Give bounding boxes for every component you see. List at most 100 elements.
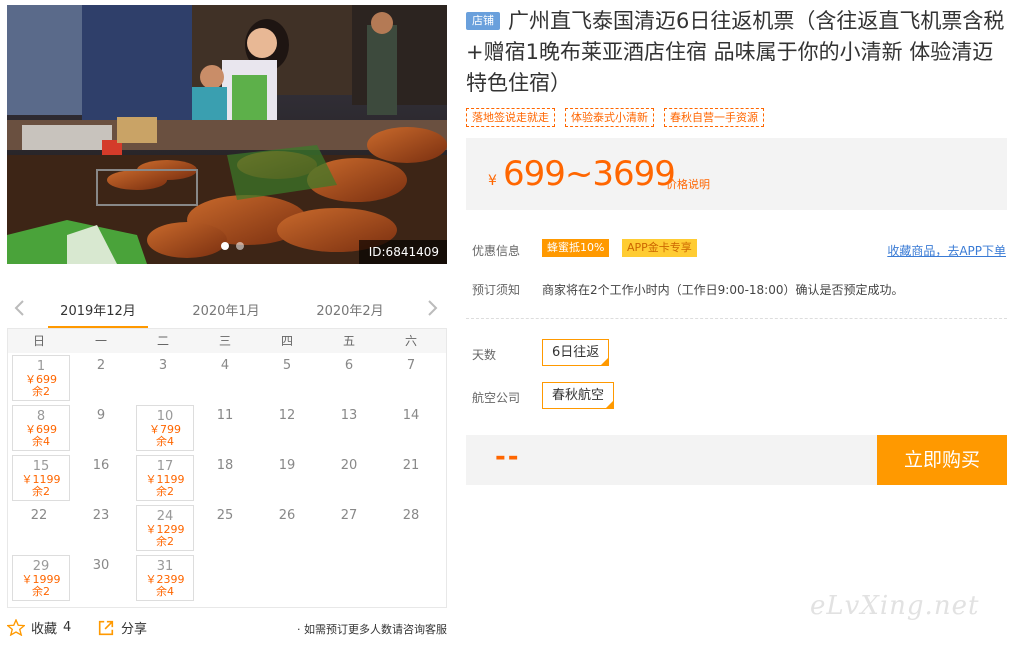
day-number: 19 — [278, 458, 296, 473]
price-explanation-link[interactable]: 价格说明 — [666, 176, 710, 192]
weekday-header: 日一二三四五六 — [8, 329, 446, 353]
calendar-day-available[interactable]: 8 ￥699 余4 — [8, 403, 70, 453]
prev-month-arrow-icon[interactable] — [13, 299, 27, 317]
day-remaining: 余2 — [156, 535, 174, 548]
calendar-week-row: 1 ￥699 余2 2 3 4 5 6 7 — [8, 353, 446, 403]
day-number: 15 — [32, 459, 50, 474]
share-button[interactable]: 分享 — [97, 618, 147, 637]
booking-note: · 如需预订更多人数请咨询客服 — [297, 623, 447, 636]
day-number: 2 — [96, 358, 106, 373]
next-month-arrow-icon[interactable] — [425, 299, 439, 317]
calendar-day-available[interactable]: 29 ￥1999 余2 — [8, 553, 70, 603]
calendar-day-available[interactable]: 10 ￥799 余4 — [132, 403, 194, 453]
day-number: 20 — [340, 458, 358, 473]
feature-tags: 落地签说走就走 体验泰式小清新 春秋自营一手资源 — [466, 108, 764, 127]
day-remaining: 余4 — [32, 435, 50, 448]
day-box[interactable]: 24 ￥1299 余2 — [136, 505, 194, 551]
calendar-day: 22 — [8, 503, 70, 553]
day-number: 22 — [30, 508, 48, 523]
tab-month-1[interactable]: 2019年12月 — [48, 300, 148, 329]
airline-option[interactable]: 春秋航空 — [542, 382, 615, 409]
calendar-day: 9 — [70, 403, 132, 453]
bottom-actions: 收藏 4 分享 · 如需预订更多人数请咨询客服 — [7, 618, 447, 640]
product-photo[interactable]: ID:6841409 — [7, 5, 447, 264]
calendar-day: 14 — [380, 403, 442, 453]
day-remaining: 余2 — [32, 485, 50, 498]
calendar-day-available[interactable]: 1 ￥699 余2 — [8, 353, 70, 403]
calendar-day-available[interactable]: 24 ￥1299 余2 — [132, 503, 194, 553]
calendar-day: 13 — [318, 403, 380, 453]
carousel-dots[interactable] — [221, 242, 244, 250]
price-box: ¥ 699~3699 价格说明 — [466, 138, 1007, 210]
buy-now-button[interactable]: 立即购买 — [877, 435, 1007, 485]
shop-tag: 店铺 — [466, 12, 500, 30]
feature-tag: 体验泰式小清新 — [565, 108, 654, 127]
day-number: 7 — [406, 358, 416, 373]
favorite-button[interactable]: 收藏 4 — [7, 618, 71, 637]
photo-id-label: ID:6841409 — [358, 240, 447, 264]
calendar-day-available[interactable]: 17 ￥1199 余2 — [132, 453, 194, 503]
weekday-label: 一 — [94, 334, 107, 348]
calendar-day: 27 — [318, 503, 380, 553]
day-number: 26 — [278, 508, 296, 523]
day-box[interactable]: 31 ￥2399 余4 — [136, 555, 194, 601]
day-remaining: 余4 — [156, 435, 174, 448]
day-box[interactable]: 17 ￥1199 余2 — [136, 455, 194, 501]
carousel-dot[interactable] — [221, 242, 229, 250]
promo-badge-app: APP金卡专享 — [622, 239, 697, 257]
calendar-day: 4 — [194, 353, 256, 403]
photo-illustration — [7, 5, 447, 264]
day-number: 23 — [92, 508, 110, 523]
day-number: 5 — [282, 358, 292, 373]
carousel-dot[interactable] — [236, 242, 244, 250]
day-number: 17 — [156, 459, 174, 474]
day-box[interactable]: 1 ￥699 余2 — [12, 355, 70, 401]
calendar-day-available[interactable]: 15 ￥1199 余2 — [8, 453, 70, 503]
month-tabs: 2019年12月 2020年1月 2020年2月 — [7, 290, 447, 329]
day-number: 21 — [402, 458, 420, 473]
calendar-day: 12 — [256, 403, 318, 453]
day-number: 30 — [92, 558, 110, 573]
calendar-day: 26 — [256, 503, 318, 553]
calendar-day: 19 — [256, 453, 318, 503]
tab-month-3[interactable]: 2020年2月 — [300, 300, 400, 319]
day-number: 24 — [156, 509, 174, 524]
day-number: 8 — [36, 409, 46, 424]
promo-label: 优惠信息 — [472, 244, 521, 258]
favorite-app-link[interactable]: 收藏商品，去APP下单 — [887, 242, 1006, 259]
calendar-day: 23 — [70, 503, 132, 553]
calendar-day: 18 — [194, 453, 256, 503]
day-box[interactable]: 29 ￥1999 余2 — [12, 555, 70, 601]
weekday-label: 四 — [280, 334, 293, 348]
calendar-day: 3 — [132, 353, 194, 403]
day-number: 12 — [278, 408, 296, 423]
day-number: 16 — [92, 458, 110, 473]
days-option[interactable]: 6日往返 — [542, 339, 610, 366]
airline-label: 航空公司 — [472, 391, 521, 405]
calendar-day-available[interactable]: 31 ￥2399 余4 — [132, 553, 194, 603]
total-price: -- — [495, 442, 521, 472]
day-box[interactable]: 15 ￥1199 余2 — [12, 455, 70, 501]
notice-label: 预订须知 — [472, 283, 521, 297]
day-box[interactable]: 10 ￥799 余4 — [136, 405, 194, 451]
product-title: 店铺 广州直飞泰国清迈6日往返机票（含往返直飞机票含税+赠宿1晚布莱亚酒店住宿 品… — [466, 6, 1006, 99]
date-calendar: 日一二三四五六 1 ￥699 余2 2 3 4 5 6 7 8 ￥699 余4 9 10 ￥799 余4 11 1… — [7, 328, 447, 608]
day-number: 9 — [96, 408, 106, 423]
divider — [466, 318, 1007, 319]
share-label: 分享 — [121, 622, 148, 637]
day-remaining: 余4 — [156, 585, 174, 598]
day-box[interactable]: 8 ￥699 余4 — [12, 405, 70, 451]
calendar-day: 16 — [70, 453, 132, 503]
site-watermark: eLvXing.net — [810, 591, 980, 621]
day-number: 6 — [344, 358, 354, 373]
weekday-label: 二 — [156, 334, 169, 348]
weekday-label: 三 — [218, 334, 231, 348]
weekday-label: 五 — [342, 334, 355, 348]
day-number: 27 — [340, 508, 358, 523]
purchase-bar: -- 立即购买 — [466, 435, 1007, 485]
weekday-label: 六 — [404, 334, 417, 348]
calendar-week-row: 22 23 24 ￥1299 余2 25 26 27 28 — [8, 503, 446, 553]
day-number: 18 — [216, 458, 234, 473]
calendar-week-row: 8 ￥699 余4 9 10 ￥799 余4 11 12 13 14 — [8, 403, 446, 453]
tab-month-2[interactable]: 2020年1月 — [176, 300, 276, 319]
